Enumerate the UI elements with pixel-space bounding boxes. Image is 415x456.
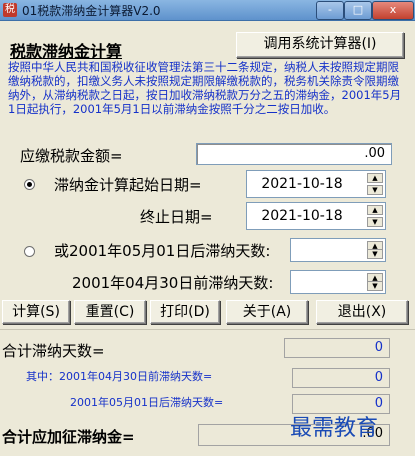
exit-button[interactable]: 退出(X) — [316, 300, 408, 324]
watermark-logo: 最需教育 — [290, 416, 379, 441]
total-days-label: 合计滞纳天数= — [2, 342, 105, 360]
reset-button[interactable]: 重置(C) — [74, 300, 146, 324]
start-date-picker[interactable]: 2021-10-18 ▲ ▼ — [246, 170, 386, 198]
before-days-input[interactable]: ▲ ▼ — [290, 270, 386, 294]
end-date-label: 终止日期= — [140, 208, 213, 226]
before-days-result-label: 其中：2001年04月30日前滞纳天数= — [26, 370, 213, 383]
end-date-value: 2021-10-18 — [261, 208, 343, 224]
before-days-label: 2001年04月30日前滞纳天数: — [72, 274, 274, 292]
after-days-down-icon[interactable]: ▼ — [367, 249, 383, 259]
after-days-result-label: 2001年05月01日后滞纳天数= — [70, 396, 224, 409]
window-title: 01税款滞纳金计算器V2.0 — [22, 4, 161, 18]
about-button[interactable]: 关于(A) — [226, 300, 308, 324]
tax-amount-label: 应缴税款金额= — [20, 147, 123, 165]
before-days-result-value: 0 — [292, 368, 390, 388]
end-date-up-icon[interactable]: ▲ — [367, 205, 383, 215]
calculate-button[interactable]: 计算(S) — [2, 300, 70, 324]
radio-by-days[interactable] — [24, 246, 35, 257]
page-title: 税款滞纳金计算 — [10, 42, 123, 61]
after-days-label: 或2001年05月01日后滞纳天数: — [54, 242, 271, 260]
maximize-button[interactable]: □ — [344, 1, 372, 20]
print-button[interactable]: 打印(D) — [150, 300, 220, 324]
divider — [0, 329, 415, 330]
system-calculator-button[interactable]: 调用系统计算器(I) — [236, 32, 404, 58]
total-fee-label: 合计应加征滞纳金= — [2, 428, 135, 446]
after-days-input[interactable]: ▲ ▼ — [290, 238, 386, 262]
tax-amount-input[interactable]: .00 — [196, 143, 392, 165]
minimize-button[interactable]: - — [316, 1, 344, 20]
start-date-up-icon[interactable]: ▲ — [367, 173, 383, 183]
radio-by-date[interactable] — [24, 179, 35, 190]
total-days-value: 0 — [284, 338, 390, 358]
start-date-value: 2021-10-18 — [261, 176, 343, 192]
close-button[interactable]: x — [372, 1, 414, 20]
description-text: 按照中华人民共和国税收征收管理法第三十二条规定，纳税人未按照规定期限缴纳税款的，… — [8, 60, 402, 116]
end-date-picker[interactable]: 2021-10-18 ▲ ▼ — [246, 202, 386, 230]
start-date-down-icon[interactable]: ▼ — [367, 185, 383, 195]
app-icon: 税 — [3, 3, 17, 17]
title-bar: 税 01税款滞纳金计算器V2.0 - □ x — [0, 0, 415, 21]
end-date-down-icon[interactable]: ▼ — [367, 217, 383, 227]
before-days-down-icon[interactable]: ▼ — [367, 281, 383, 291]
start-date-label: 滞纳金计算起始日期= — [54, 176, 202, 194]
